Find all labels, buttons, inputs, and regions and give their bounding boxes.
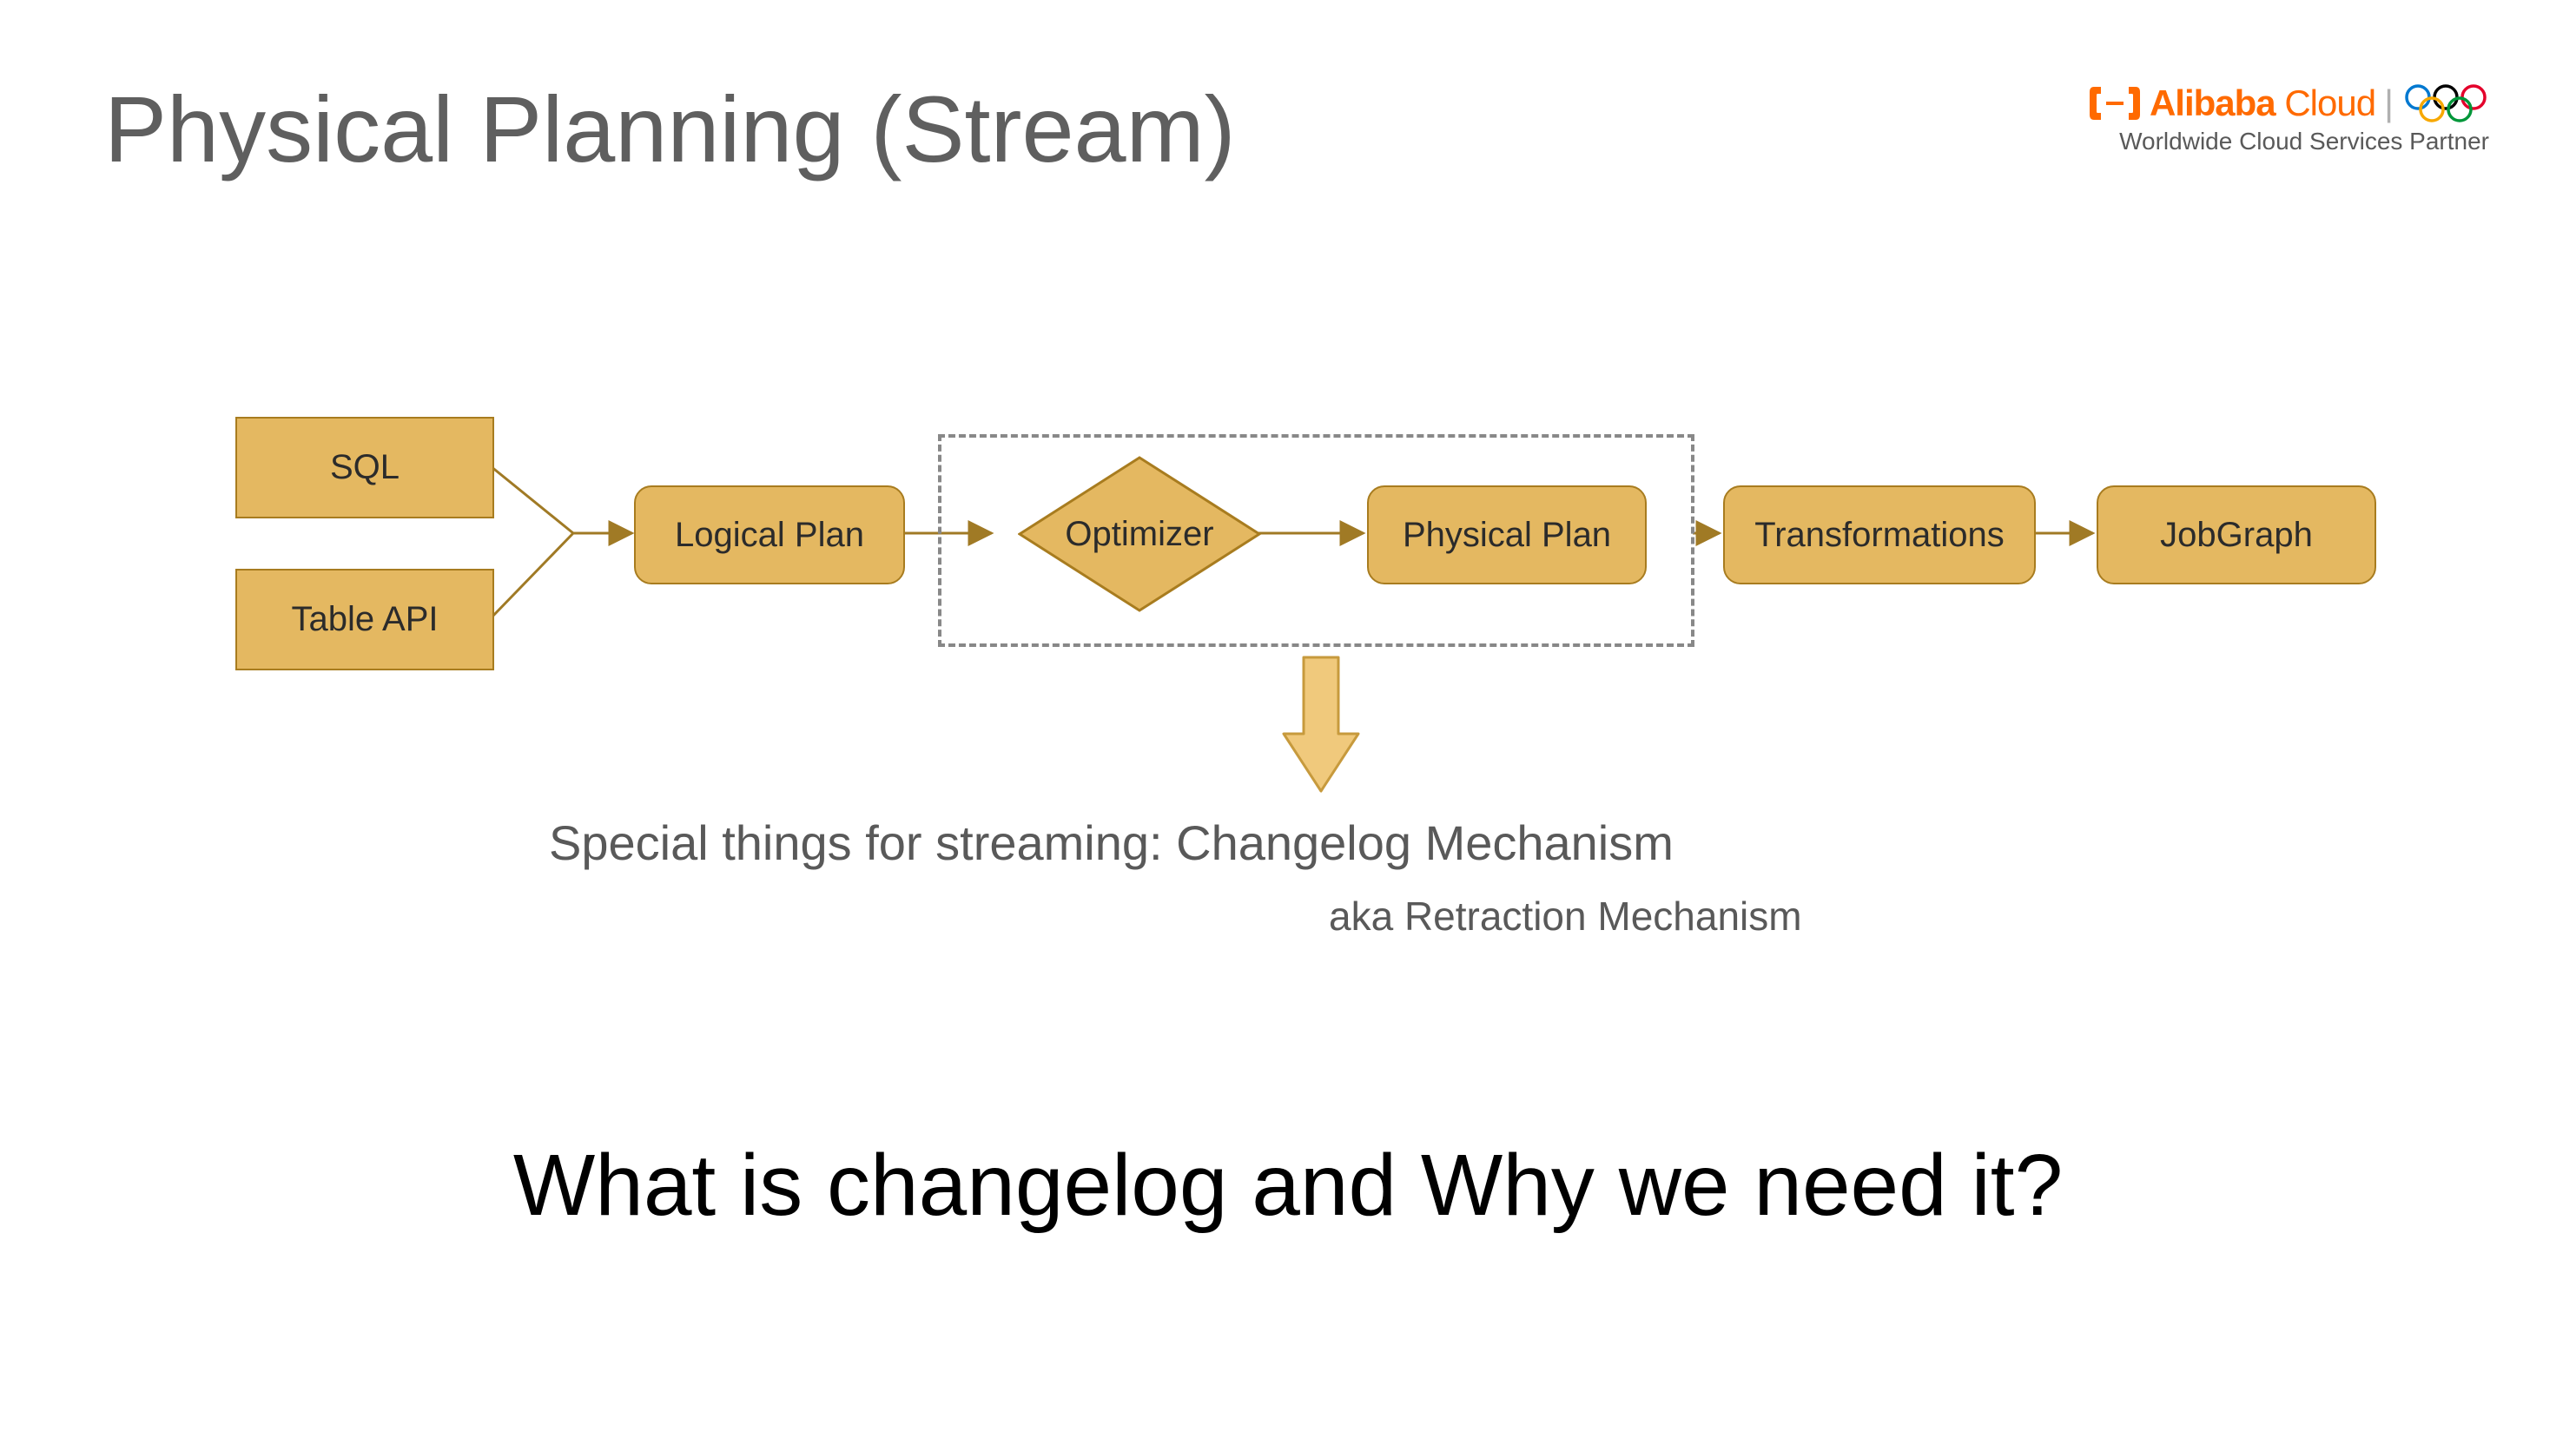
down-arrow-icon xyxy=(1282,656,1360,799)
optimizer-label: Optimizer xyxy=(1065,515,1213,554)
diagram-box-logical-plan: Logical Plan xyxy=(634,485,905,584)
caption-aka: aka Retraction Mechanism xyxy=(1329,893,1802,940)
diagram-box-jobgraph: JobGraph xyxy=(2097,485,2376,584)
question-text: What is changelog and Why we need it? xyxy=(0,1136,2576,1236)
diagram-box-physical-plan: Physical Plan xyxy=(1367,485,1647,584)
diagram-box-transformations: Transformations xyxy=(1723,485,2036,584)
caption-changelog: Special things for streaming: Changelog … xyxy=(549,815,1674,871)
diagram-box-tableapi: Table API xyxy=(235,569,494,670)
diagram-diamond-optimizer: Optimizer xyxy=(1018,456,1261,612)
diagram-box-sql: SQL xyxy=(235,417,494,518)
